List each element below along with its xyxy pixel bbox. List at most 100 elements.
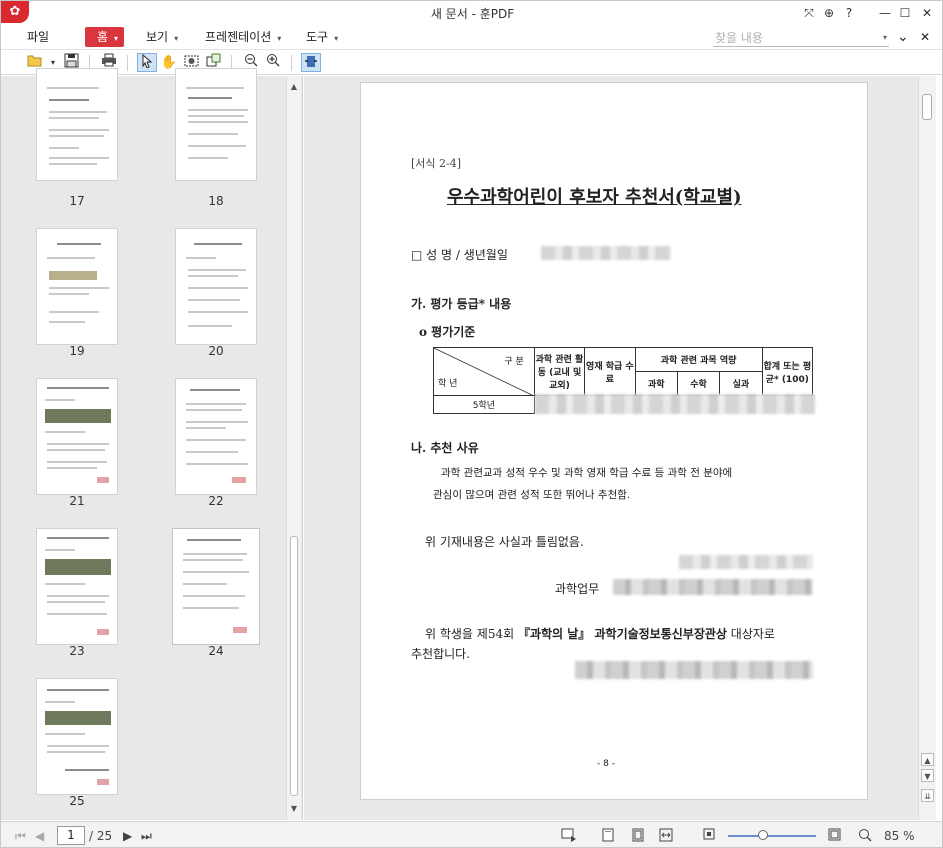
- thumbnail-page-19[interactable]: [36, 228, 118, 345]
- menu-tools-label: 도구: [306, 30, 329, 44]
- recommend-text-end: 대상자로: [730, 627, 775, 641]
- zoom-max-icon[interactable]: [828, 828, 841, 845]
- thumbnail-panel: 17 18 19 20 21 22 23 24 25: [1, 68, 303, 820]
- fit-width-icon[interactable]: [659, 828, 673, 846]
- help-icon[interactable]: ?: [839, 4, 859, 22]
- menu-view[interactable]: 보기 ▾: [146, 27, 178, 47]
- menu-tools[interactable]: 도구 ▾: [306, 27, 338, 47]
- fullscreen-icon[interactable]: ⤧: [799, 4, 819, 22]
- zoom-level: 85 %: [884, 829, 915, 843]
- page-title: 우수과학어린이 후보자 추천서(학교별): [447, 187, 742, 208]
- slideshow-icon[interactable]: [561, 828, 577, 846]
- thumbnail-label: 21: [69, 494, 85, 508]
- thumbnail-label: 19: [69, 344, 85, 358]
- scroll-up-icon[interactable]: ▲: [288, 80, 300, 94]
- criteria-heading: o 평가기준: [419, 325, 476, 339]
- fit-page-icon[interactable]: [301, 53, 321, 72]
- first-page-icon[interactable]: ⏮: [15, 828, 26, 844]
- chevron-down-icon: ▾: [174, 34, 179, 43]
- document-view[interactable]: [서식 2-4] 우수과학어린이 후보자 추천서(학교별) □ 성 명 / 생년…: [304, 76, 918, 820]
- scroll-thumb[interactable]: [922, 94, 932, 120]
- thumbnail-page-25[interactable]: [36, 678, 118, 795]
- chevron-down-icon: ▾: [277, 34, 282, 43]
- science-officer-label: 과학업무: [555, 582, 600, 596]
- name-line: □ 성 명 / 생년월일: [411, 248, 508, 262]
- maximize-button[interactable]: ☐: [895, 4, 915, 22]
- menu-home[interactable]: 홈 ▾: [85, 27, 125, 47]
- search-next-icon[interactable]: ⌄: [897, 27, 909, 47]
- prev-page-icon[interactable]: ◀: [35, 828, 44, 844]
- zoom-min-icon[interactable]: [703, 828, 715, 844]
- table-header-total: 합계 또는 평균* (100): [761, 347, 814, 396]
- last-page-icon[interactable]: ⏭: [141, 828, 152, 844]
- chevron-down-icon: ▾: [114, 34, 119, 43]
- toolbar: ▾ ✋: [1, 49, 942, 75]
- menu-home-label: 홈: [97, 30, 109, 44]
- app-window: ✿ 새 문서 - 훈PDF ⤧ ⊕ ? — ☐ ✕ 파일 홈 ▾ 보기 ▾ 프레젠테…: [0, 0, 943, 848]
- thumbnail-label: 24: [208, 644, 224, 658]
- section-na: 나. 추천 사유: [411, 441, 479, 455]
- page-down-icon[interactable]: ⇊: [921, 789, 934, 802]
- thumbnail-page-20[interactable]: [175, 228, 257, 345]
- menu-file[interactable]: 파일: [27, 27, 49, 47]
- chevron-down-icon: ▾: [334, 34, 339, 43]
- table-row-values: [534, 394, 815, 414]
- fit-width-icon[interactable]: ⊕: [819, 4, 839, 22]
- recommend-line-1: 위 학생을 제54회 『과학의 날』 과학기술정보통신부장관상 대상자로: [425, 625, 775, 642]
- fit-page-icon[interactable]: [632, 828, 644, 846]
- thumbnail-page-18[interactable]: [175, 68, 257, 181]
- thumbnail-scrollbar[interactable]: ▲ ▼: [286, 76, 301, 820]
- zoom-slider-knob[interactable]: [758, 830, 768, 840]
- scroll-down-icon[interactable]: ▼: [921, 769, 934, 782]
- thumbnail-page-24[interactable]: [172, 528, 260, 645]
- table-header-math: 수학: [676, 371, 721, 396]
- menu-presentation[interactable]: 프레젠테이션 ▾: [205, 27, 281, 47]
- menu-bar: 파일 홈 ▾ 보기 ▾ 프레젠테이션 ▾ 도구 ▾ 찾을 내용 ▾ ⌄ ✕: [1, 25, 942, 49]
- scroll-down-icon[interactable]: ▼: [288, 802, 300, 816]
- thumbnail-page-23[interactable]: [36, 528, 118, 645]
- search-placeholder: 찾을 내용: [715, 31, 763, 45]
- table-header-gifted: 영재 학급 수료: [584, 347, 636, 396]
- haknyeon-label: 학 년: [438, 379, 458, 389]
- page-footer: - 8 -: [597, 759, 615, 769]
- recommend-text-start: 위 학생을 제54회: [425, 627, 515, 641]
- thumbnail-page-17[interactable]: [36, 68, 118, 181]
- total-pages: / 25: [89, 829, 113, 843]
- section-ga: 가. 평가 등급* 내용: [411, 297, 512, 311]
- table-header-gubun: 구 분 학 년: [433, 347, 535, 396]
- table-header-subject: 과학 관련 과목 역량: [634, 347, 763, 372]
- table-row-grade: 5학년: [433, 395, 535, 414]
- thumbnail-label: 18: [208, 194, 224, 208]
- table-header-activity: 과학 관련 활동 (교내 및 교외): [533, 347, 586, 396]
- thumbnail-label: 23: [69, 644, 85, 658]
- scroll-thumb[interactable]: [290, 536, 298, 796]
- search-close-icon[interactable]: ✕: [920, 27, 930, 47]
- zoom-in-icon[interactable]: [263, 53, 283, 72]
- select-cursor-icon[interactable]: [137, 53, 157, 72]
- thumbnail-label: 22: [208, 494, 224, 508]
- status-bar: ⏮ ◀ 1 / 25 ▶ ⏭ 85 %: [1, 821, 942, 847]
- table-header-science: 과학: [634, 371, 678, 396]
- next-page-icon[interactable]: ▶: [123, 828, 132, 844]
- search-input[interactable]: 찾을 내용 ▾: [713, 29, 889, 47]
- recommend-award: 『과학의 날』 과학기술정보통신부장관상: [517, 627, 727, 641]
- close-button[interactable]: ✕: [917, 4, 937, 22]
- chevron-down-icon[interactable]: ▾: [883, 29, 887, 47]
- menu-view-label: 보기: [146, 30, 169, 44]
- right-edge: [936, 76, 942, 820]
- minimize-button[interactable]: —: [875, 4, 895, 22]
- page-number-input[interactable]: 1: [57, 826, 85, 845]
- zoom-slider[interactable]: [728, 835, 816, 837]
- thumbnail-label: 25: [69, 794, 85, 808]
- thumbnail-page-22[interactable]: [175, 378, 257, 495]
- form-number: [서식 2-4]: [411, 157, 462, 170]
- evaluation-table: 구 분 학 년 과학 관련 활동 (교내 및 교외) 영재 학급 수료 과학 관…: [433, 347, 815, 414]
- title-bar: ✿ 새 문서 - 훈PDF ⤧ ⊕ ? — ☐ ✕: [1, 1, 942, 25]
- reason-line-2: 관심이 많으며 관련 성적 또한 뛰어나 추천함.: [433, 489, 631, 501]
- zoom-search-icon[interactable]: [858, 828, 872, 846]
- thumbnail-label: 20: [208, 344, 224, 358]
- single-page-icon[interactable]: [602, 828, 614, 846]
- document-scrollbar[interactable]: ▲ ▼ ⇊: [918, 76, 936, 820]
- thumbnail-page-21[interactable]: [36, 378, 118, 495]
- scroll-up-icon[interactable]: ▲: [921, 753, 934, 766]
